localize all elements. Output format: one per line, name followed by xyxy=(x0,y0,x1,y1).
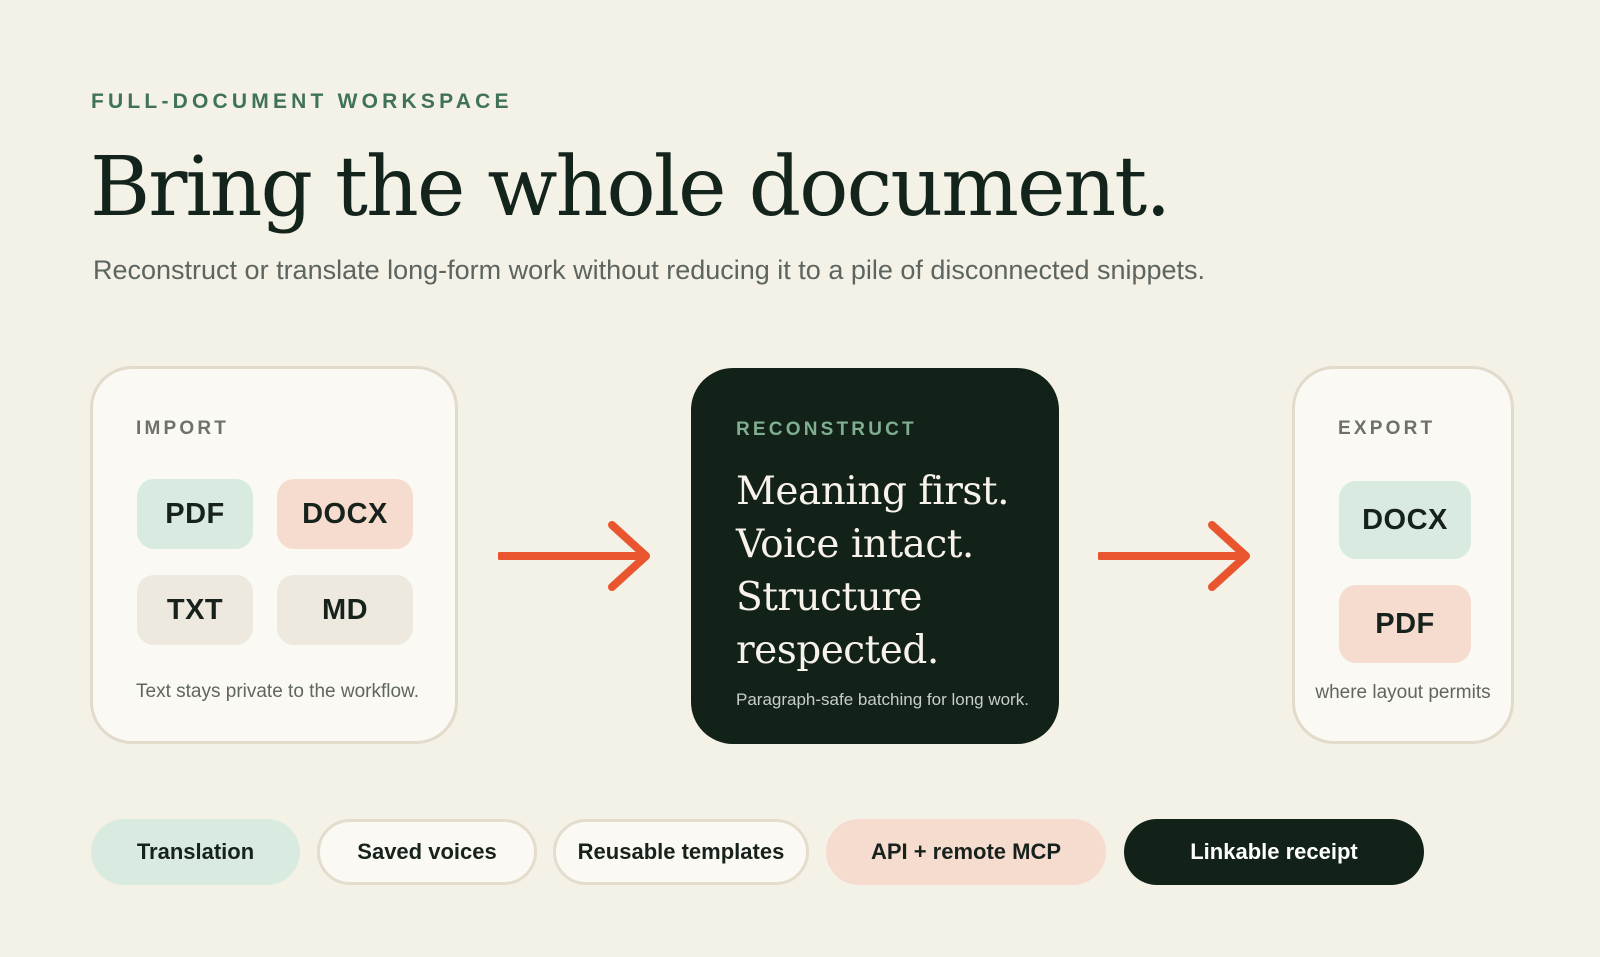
feature-pill-linkable-receipt: Linkable receipt xyxy=(1124,819,1424,885)
reconstruct-line: respected. xyxy=(736,628,939,673)
reconstruct-line: Meaning first. xyxy=(736,469,1009,514)
reconstruct-card-label: RECONSTRUCT xyxy=(736,419,917,440)
reconstruct-card-note: Paragraph-safe batching for long work. xyxy=(736,690,1029,709)
export-card-note: where layout permits xyxy=(1315,682,1491,703)
feature-pill-api-remote-mcp: API + remote MCP xyxy=(826,819,1106,885)
import-card-note: Text stays private to the workflow. xyxy=(136,681,420,702)
export-format-docx: DOCX xyxy=(1339,481,1471,559)
feature-pill-reusable-templates: Reusable templates xyxy=(553,819,809,885)
import-format-txt: TXT xyxy=(137,575,253,645)
import-format-md: MD xyxy=(277,575,413,645)
eyebrow-label: FULL-DOCUMENT WORKSPACE xyxy=(91,90,513,113)
import-format-pdf: PDF xyxy=(137,479,253,549)
arrow-right-icon xyxy=(498,521,650,591)
import-card-label: IMPORT xyxy=(136,418,230,439)
export-card-label: EXPORT xyxy=(1338,418,1436,439)
reconstruct-line: Voice intact. xyxy=(736,522,974,567)
export-card: EXPORT DOCX PDF where layout permits xyxy=(1292,366,1514,744)
import-card: IMPORT PDF DOCX TXT MD Text stays privat… xyxy=(90,366,458,744)
page-subtitle: Reconstruct or translate long-form work … xyxy=(93,255,1206,285)
feature-pill-saved-voices: Saved voices xyxy=(317,819,537,885)
page-title: Bring the whole document. xyxy=(90,140,1171,235)
reconstruct-line: Structure xyxy=(736,575,923,620)
reconstruct-statement: Meaning first. Voice intact. Structure r… xyxy=(736,465,1009,677)
arrow-right-icon xyxy=(1098,521,1250,591)
feature-pill-translation: Translation xyxy=(91,819,300,885)
import-format-docx: DOCX xyxy=(277,479,413,549)
export-format-pdf: PDF xyxy=(1339,585,1471,663)
reconstruct-card: RECONSTRUCT Meaning first. Voice intact.… xyxy=(691,368,1059,744)
